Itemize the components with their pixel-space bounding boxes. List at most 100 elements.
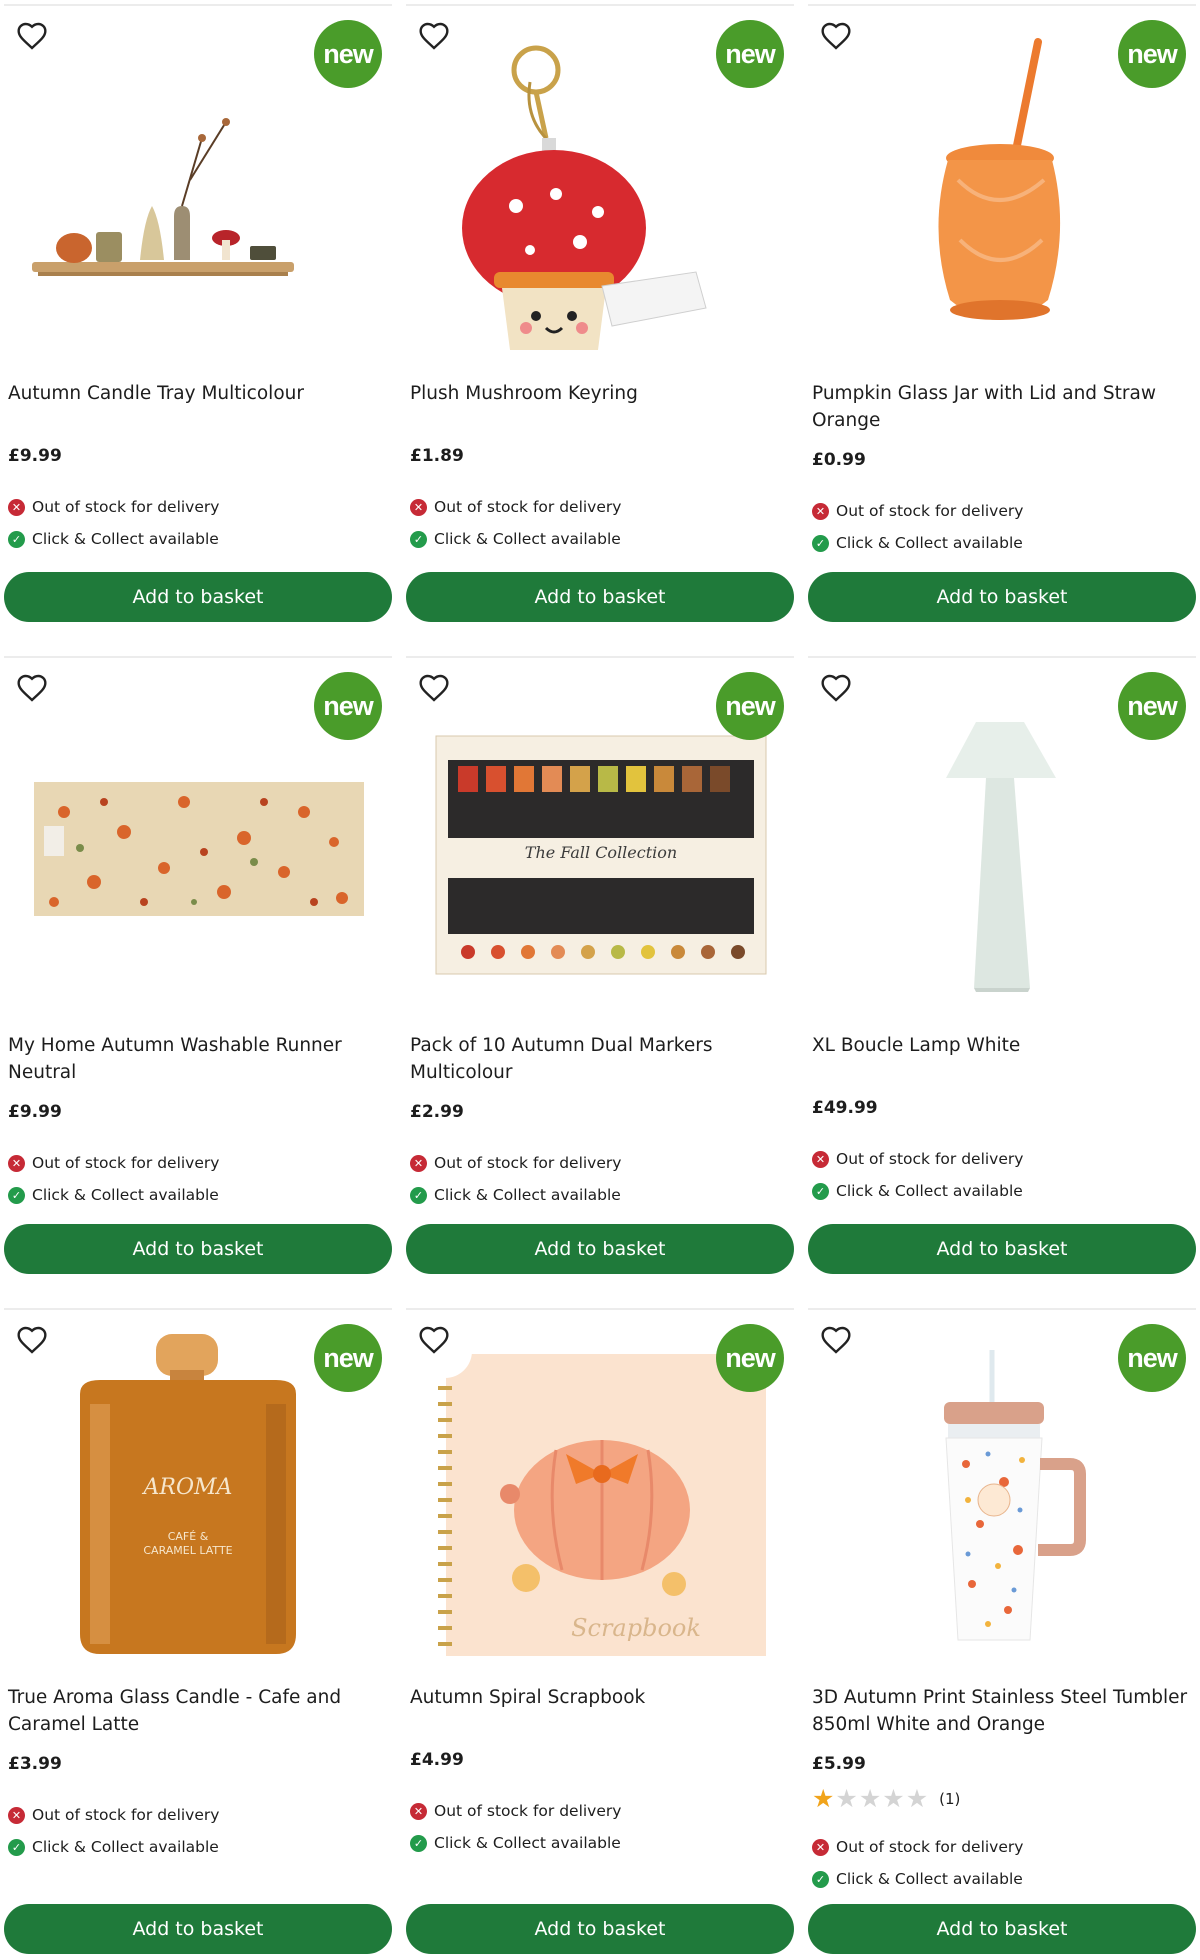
- collect-status-text: Click & Collect available: [32, 1186, 219, 1204]
- product-image[interactable]: new: [808, 10, 1196, 362]
- divider: [4, 4, 392, 6]
- collect-status: ✓ Click & Collect available: [812, 1182, 1023, 1200]
- product-price: £1.89: [410, 446, 464, 466]
- star-rating[interactable]: ★ ★ ★ ★ ★ (1): [812, 1786, 960, 1811]
- delivery-status: ✕ Out of stock for delivery: [410, 1154, 621, 1172]
- cross-circle-icon: ✕: [8, 1154, 25, 1172]
- divider: [406, 656, 794, 658]
- new-badge: new: [314, 20, 382, 88]
- product-price: £2.99: [410, 1102, 464, 1122]
- cross-circle-icon: ✕: [812, 502, 829, 520]
- collect-status: ✓ Click & Collect available: [410, 1186, 621, 1204]
- product-price: £3.99: [8, 1754, 62, 1774]
- check-circle-icon: ✓: [410, 1186, 427, 1204]
- product-name[interactable]: Pack of 10 Autumn Dual Markers Multicolo…: [410, 1032, 790, 1086]
- add-to-basket-button[interactable]: Add to basket: [4, 1224, 392, 1274]
- cross-circle-icon: ✕: [410, 1154, 427, 1172]
- new-badge: new: [1118, 1324, 1186, 1392]
- product-image[interactable]: new: [4, 662, 392, 1014]
- favourite-heart-icon[interactable]: [16, 1324, 70, 1378]
- delivery-status-text: Out of stock for delivery: [32, 1806, 220, 1824]
- favourite-heart-icon[interactable]: [418, 20, 472, 74]
- product-image[interactable]: The Fall Collection new: [406, 662, 794, 1014]
- product-name[interactable]: True Aroma Glass Candle - Cafe and Caram…: [8, 1684, 388, 1738]
- add-to-basket-button[interactable]: Add to basket: [4, 1904, 392, 1954]
- add-to-basket-button[interactable]: Add to basket: [406, 572, 794, 622]
- favourite-heart-icon[interactable]: [820, 1324, 874, 1378]
- add-to-basket-button[interactable]: Add to basket: [808, 572, 1196, 622]
- delivery-status-text: Out of stock for delivery: [434, 1154, 622, 1172]
- add-to-basket-button[interactable]: Add to basket: [808, 1904, 1196, 1954]
- delivery-status-text: Out of stock for delivery: [434, 498, 622, 516]
- delivery-status-text: Out of stock for delivery: [836, 1838, 1024, 1856]
- add-to-basket-button[interactable]: Add to basket: [808, 1224, 1196, 1274]
- product-image[interactable]: new: [4, 10, 392, 362]
- favourite-heart-icon[interactable]: [16, 672, 70, 726]
- divider: [808, 1308, 1196, 1310]
- favourite-heart-icon[interactable]: [820, 20, 874, 74]
- divider: [808, 4, 1196, 6]
- product-name[interactable]: XL Boucle Lamp White: [812, 1032, 1192, 1059]
- svg-text:CARAMEL LATTE: CARAMEL LATTE: [143, 1544, 232, 1557]
- collect-status: ✓ Click & Collect available: [812, 1870, 1023, 1888]
- delivery-status: ✕ Out of stock for delivery: [8, 1154, 219, 1172]
- product-price: £9.99: [8, 446, 62, 466]
- product-image[interactable]: new: [808, 1314, 1196, 1666]
- product-price: £49.99: [812, 1098, 878, 1118]
- cross-circle-icon: ✕: [8, 1806, 25, 1824]
- add-to-basket-button[interactable]: Add to basket: [406, 1224, 794, 1274]
- delivery-status: ✕ Out of stock for delivery: [410, 498, 621, 516]
- check-circle-icon: ✓: [8, 530, 25, 548]
- divider: [4, 1308, 392, 1310]
- star-icon: ★: [835, 1784, 858, 1813]
- cross-circle-icon: ✕: [812, 1838, 829, 1856]
- product-image[interactable]: new: [808, 662, 1196, 1014]
- product-name[interactable]: Pumpkin Glass Jar with Lid and Straw Ora…: [812, 380, 1192, 434]
- delivery-status-text: Out of stock for delivery: [32, 498, 220, 516]
- product-price: £4.99: [410, 1750, 464, 1770]
- product-name[interactable]: Plush Mushroom Keyring: [410, 380, 790, 407]
- favourite-heart-icon[interactable]: [820, 672, 874, 726]
- product-grid: new Autumn Candle Tray Multicolour £9.99…: [0, 0, 1200, 1960]
- delivery-status-text: Out of stock for delivery: [32, 1154, 220, 1172]
- check-circle-icon: ✓: [410, 1834, 427, 1852]
- star-icon: ★: [905, 1784, 929, 1813]
- delivery-status: ✕ Out of stock for delivery: [812, 502, 1023, 520]
- collect-status-text: Click & Collect available: [434, 1186, 621, 1204]
- collect-status-text: Click & Collect available: [32, 530, 219, 548]
- product-image[interactable]: new: [406, 10, 794, 362]
- star-icon: ★: [812, 1784, 835, 1813]
- product-image[interactable]: Scrapbook new: [406, 1314, 794, 1666]
- delivery-status: ✕ Out of stock for delivery: [8, 1806, 219, 1824]
- check-circle-icon: ✓: [8, 1838, 25, 1856]
- favourite-heart-icon[interactable]: [418, 1324, 472, 1378]
- product-image[interactable]: AROMA CAFÉ & CARAMEL LATTE new: [4, 1314, 392, 1666]
- delivery-status: ✕ Out of stock for delivery: [410, 1802, 621, 1820]
- collect-status-text: Click & Collect available: [836, 534, 1023, 552]
- delivery-status: ✕ Out of stock for delivery: [8, 498, 219, 516]
- review-count[interactable]: (1): [939, 1790, 960, 1808]
- check-circle-icon: ✓: [812, 1182, 829, 1200]
- product-name[interactable]: My Home Autumn Washable Runner Neutral: [8, 1032, 388, 1086]
- favourite-heart-icon[interactable]: [16, 20, 70, 74]
- add-to-basket-button[interactable]: Add to basket: [406, 1904, 794, 1954]
- svg-text:The Fall Collection: The Fall Collection: [525, 843, 677, 862]
- product-name[interactable]: Autumn Spiral Scrapbook: [410, 1684, 790, 1711]
- svg-text:CAFÉ &: CAFÉ &: [168, 1530, 209, 1543]
- add-to-basket-button[interactable]: Add to basket: [4, 572, 392, 622]
- delivery-status-text: Out of stock for delivery: [836, 1150, 1024, 1168]
- collect-status-text: Click & Collect available: [434, 1834, 621, 1852]
- collect-status-text: Click & Collect available: [434, 530, 621, 548]
- new-badge: new: [1118, 20, 1186, 88]
- collect-status: ✓ Click & Collect available: [410, 530, 621, 548]
- new-badge: new: [1118, 672, 1186, 740]
- delivery-status-text: Out of stock for delivery: [434, 1802, 622, 1820]
- divider: [4, 656, 392, 658]
- check-circle-icon: ✓: [8, 1186, 25, 1204]
- product-name[interactable]: Autumn Candle Tray Multicolour: [8, 380, 388, 407]
- collect-status: ✓ Click & Collect available: [410, 1834, 621, 1852]
- favourite-heart-icon[interactable]: [418, 672, 472, 726]
- collect-status-text: Click & Collect available: [836, 1870, 1023, 1888]
- divider: [808, 656, 1196, 658]
- product-name[interactable]: 3D Autumn Print Stainless Steel Tumbler …: [812, 1684, 1192, 1738]
